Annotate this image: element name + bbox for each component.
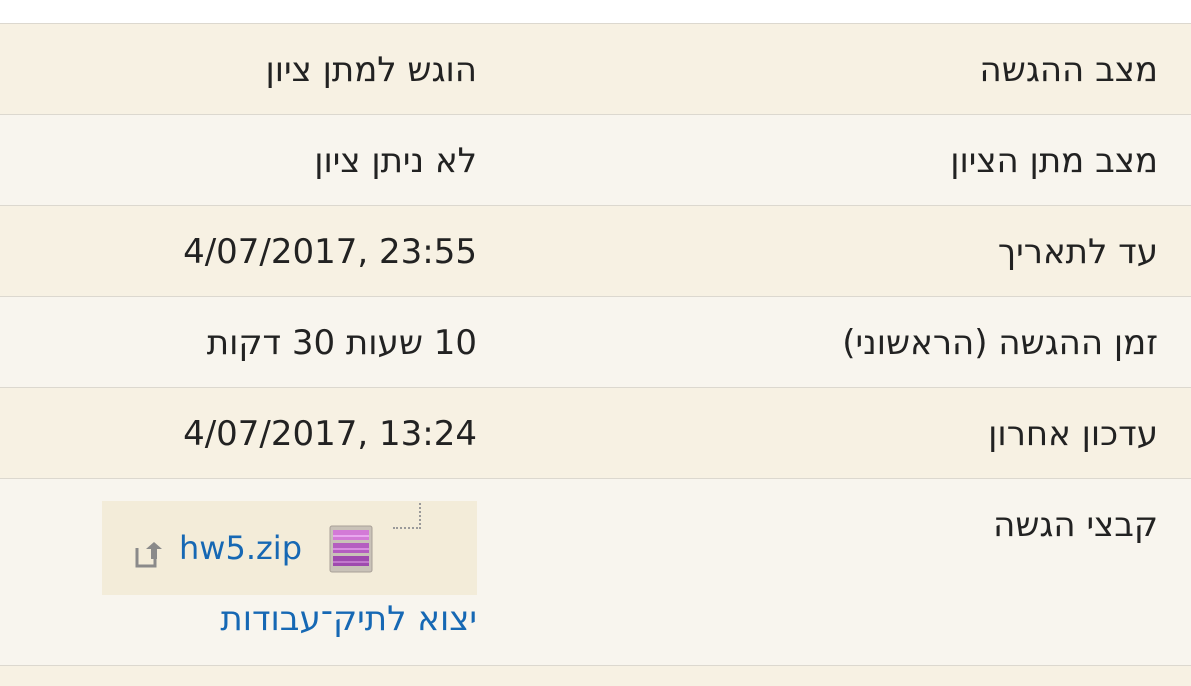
bottom-strip <box>0 666 1191 686</box>
row-value: לא ניתן ציון <box>314 141 477 181</box>
row-value: 4/07/2017, 13:24 <box>183 414 477 454</box>
row-submission-files: קבצי הגשה hw5.zip יצוא לתיק־עבודות <box>0 479 1191 666</box>
row-label: זמן ההגשה (הראשוני) <box>842 323 1158 363</box>
top-strip <box>0 0 1191 24</box>
file-tree: hw5.zip <box>102 501 477 595</box>
export-to-portfolio-link[interactable]: יצוא לתיק־עבודות <box>220 599 477 639</box>
file-download-link[interactable]: hw5.zip <box>179 528 302 568</box>
row-due-date: עד לתאריך 4/07/2017, 23:55 <box>0 206 1191 297</box>
submission-status-table: מצב ההגשה הוגש למתן ציון מצב מתן הציון ל… <box>0 24 1191 686</box>
row-submission-status: מצב ההגשה הוגש למתן ציון <box>0 24 1191 115</box>
export-icon[interactable] <box>132 539 164 571</box>
row-label: עד לתאריך <box>997 232 1158 272</box>
row-value: הוגש למתן ציון <box>265 50 477 90</box>
row-grading-status: מצב מתן הציון לא ניתן ציון <box>0 115 1191 206</box>
row-label: מצב ההגשה <box>979 50 1158 90</box>
row-value: 10 שעות 30 דקות <box>206 323 477 363</box>
row-value: 4/07/2017, 23:55 <box>183 232 477 272</box>
row-last-modified: עדכון אחרון 4/07/2017, 13:24 <box>0 388 1191 479</box>
row-label: קבצי הגשה <box>993 505 1158 545</box>
row-label: מצב מתן הציון <box>950 141 1158 181</box>
row-label: עדכון אחרון <box>988 414 1158 454</box>
archive-icon <box>329 525 373 573</box>
row-time-remaining: זמן ההגשה (הראשוני) 10 שעות 30 דקות <box>0 297 1191 388</box>
tree-connector <box>393 503 421 529</box>
